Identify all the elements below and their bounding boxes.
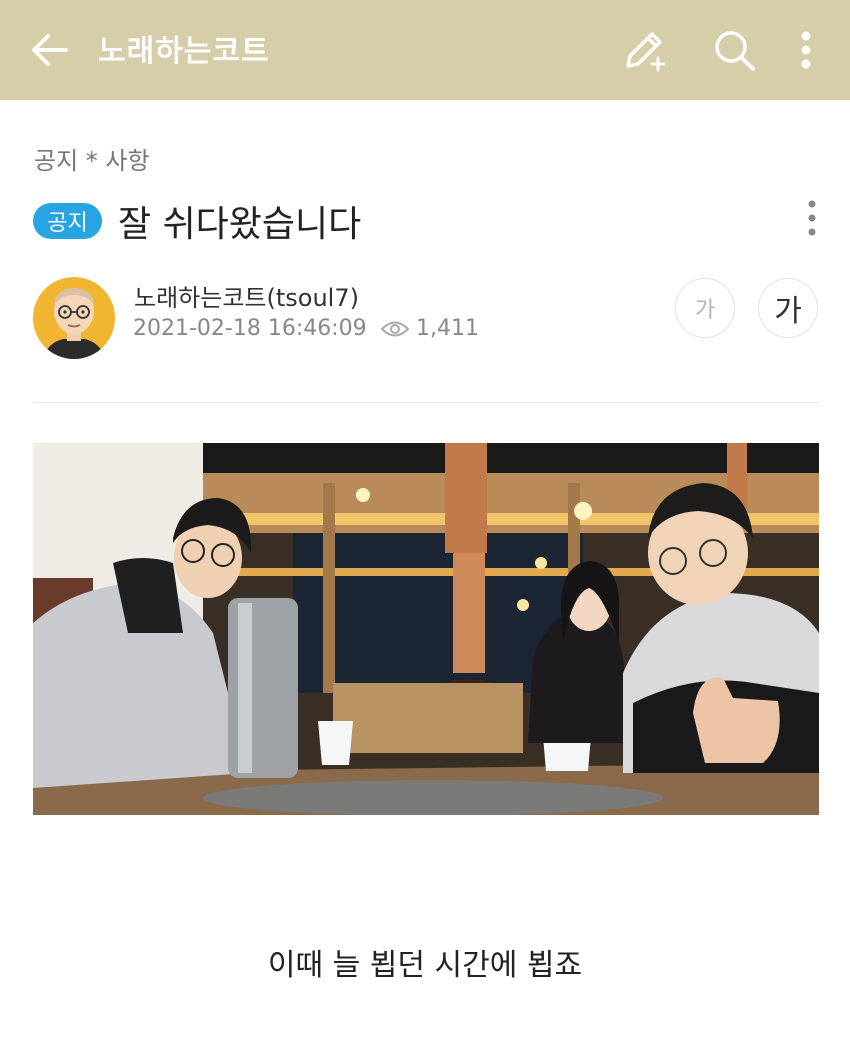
notice-badge: 공지 [33,203,102,239]
post-more-icon[interactable] [796,196,828,240]
write-icon[interactable] [620,26,668,74]
author-name[interactable]: 노래하는코트(tsoul7) [134,278,359,313]
top-app-bar: 노래하는코트 [0,0,850,100]
post-title: 잘 쉬다왔습니다 [118,204,362,245]
post-date: 2021-02-18 16:46:09 [133,316,367,341]
font-size-small-button[interactable]: 가 [675,278,735,338]
back-arrow-icon[interactable] [28,30,72,70]
more-vertical-icon[interactable] [790,26,822,74]
post-photo[interactable] [33,443,819,815]
divider [33,402,819,403]
view-count: 1,411 [416,316,479,341]
author-avatar[interactable] [33,277,115,359]
search-icon[interactable] [710,26,758,74]
board-name[interactable]: 공지 * 사항 [34,141,150,176]
eye-icon [380,318,410,340]
font-size-large-button[interactable]: 가 [758,278,818,338]
post-body-text: 이때 늘 뵙던 시간에 뵙죠 [267,948,583,983]
app-title: 노래하는코트 [98,34,270,69]
